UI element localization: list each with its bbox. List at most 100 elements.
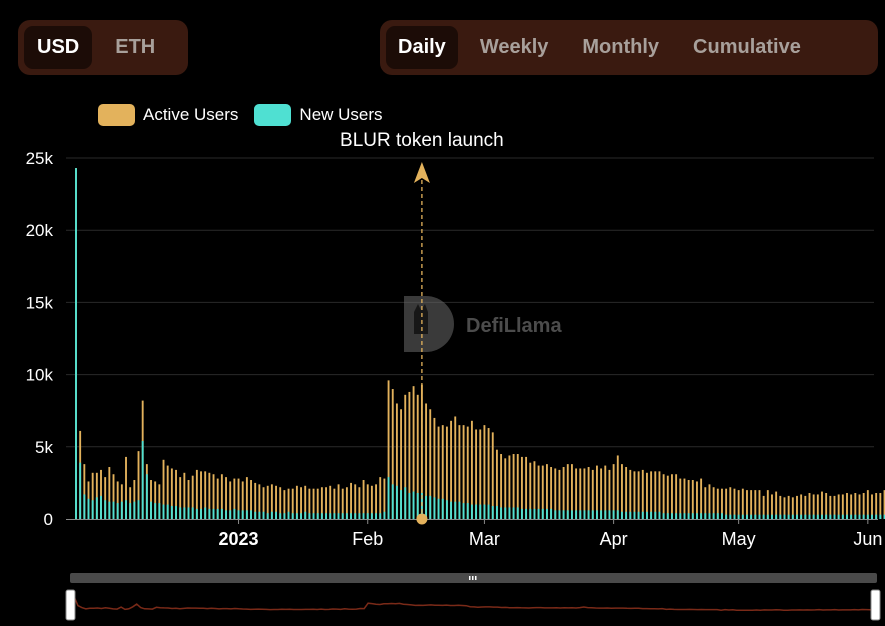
bar-new-users [783,514,786,519]
x-tick-label: 2023 [219,529,259,549]
period-cumulative-button[interactable]: Cumulative [681,26,813,69]
bar-new-users [408,493,411,519]
bar-new-users [500,507,503,519]
bar-active-users [195,469,198,519]
bar-active-users [850,494,853,519]
bar-new-users [866,514,869,519]
bar-new-users [850,514,853,519]
bar-new-users [716,513,719,519]
bar-active-users [575,468,578,519]
bar-new-users [312,513,315,519]
bar-active-users [300,487,302,519]
bar-active-users [558,469,561,519]
legend-item-new-users[interactable]: New Users [254,104,383,126]
bar-active-users [337,484,340,519]
bar-new-users [754,514,757,519]
bar-new-users [570,510,573,519]
bar-new-users [412,491,415,519]
bar-active-users [125,456,127,519]
bar-active-users [437,426,440,519]
brush-handle-right[interactable] [870,589,881,621]
bar-new-users [79,462,82,519]
bar-active-users [800,494,803,519]
bar-active-users [704,487,707,519]
bar-new-users [458,501,461,519]
bar-active-users [746,490,748,519]
legend-swatch-active-users [98,104,135,126]
bar-active-users [395,403,398,519]
bar-active-users [100,469,102,519]
bar-active-users [391,389,394,519]
bar-active-users [554,468,557,519]
legend-item-active-users[interactable]: Active Users [98,104,238,126]
bar-active-users [804,495,807,519]
bar-new-users [404,487,407,519]
bar-new-users [633,511,636,519]
bar-active-users [266,485,269,519]
bar-active-users [691,480,694,519]
bar-active-users [291,488,294,519]
bar-new-users [416,493,419,519]
bar-active-users [483,425,486,519]
bar-active-users [187,480,190,519]
bar-active-users [579,468,582,519]
bar-active-users [212,474,215,519]
bar-active-users [95,472,98,519]
bar-new-users [462,503,465,519]
bar-active-users [445,426,448,519]
brush-handle-left[interactable] [65,589,76,621]
currency-eth-button[interactable]: ETH [102,26,168,69]
brush-grip-icon[interactable] [469,576,477,580]
bar-new-users [741,514,744,519]
bar-new-users [483,504,486,519]
bar-new-users [529,508,532,519]
bar-active-users [583,468,586,519]
bar-new-users [562,510,565,519]
bar-new-users [395,485,398,519]
bar-active-users [862,493,865,519]
y-tick-label: 15k [26,293,54,312]
bar-new-users [391,484,394,519]
bar-new-users [220,508,223,519]
bar-new-users [129,503,132,519]
bar-active-users [854,493,857,519]
bar-active-users [441,425,444,519]
annotation-marker[interactable] [416,513,428,525]
brush-top-bar[interactable] [70,573,877,583]
bar-active-users [520,456,523,519]
grid-lines [66,157,874,448]
series-new-users [75,168,885,519]
bar-new-users [179,507,182,519]
bar-new-users [91,500,94,519]
bar-active-users [596,465,598,519]
bar-active-users [829,495,832,519]
bar-active-users [270,484,273,519]
bar-active-users [329,485,332,519]
bar-new-users [150,501,152,519]
period-weekly-button[interactable]: Weekly [468,26,561,69]
bar-new-users [433,497,436,519]
bar-active-users [600,468,603,519]
bar-active-users [175,469,177,519]
bar-active-users [837,494,840,519]
bar-new-users [579,510,582,519]
bar-new-users [137,500,140,519]
bar-active-users [616,455,619,519]
period-monthly-button[interactable]: Monthly [570,26,671,69]
bar-new-users [654,511,657,519]
bar-active-users [83,464,86,519]
bar-new-users [158,503,161,519]
bar-new-users [537,508,540,519]
bar-new-users [279,513,282,519]
period-daily-button[interactable]: Daily [386,26,458,69]
bar-new-users [104,500,107,519]
data-zoom-brush[interactable] [65,573,881,621]
bar-new-users [320,513,323,519]
bar-active-users [825,493,828,519]
bar-new-users [366,513,369,519]
bar-new-users [195,508,198,519]
currency-usd-button[interactable]: USD [24,26,93,69]
bar-active-users [416,394,419,519]
bar-new-users [216,508,219,519]
bar-active-users [462,425,465,519]
